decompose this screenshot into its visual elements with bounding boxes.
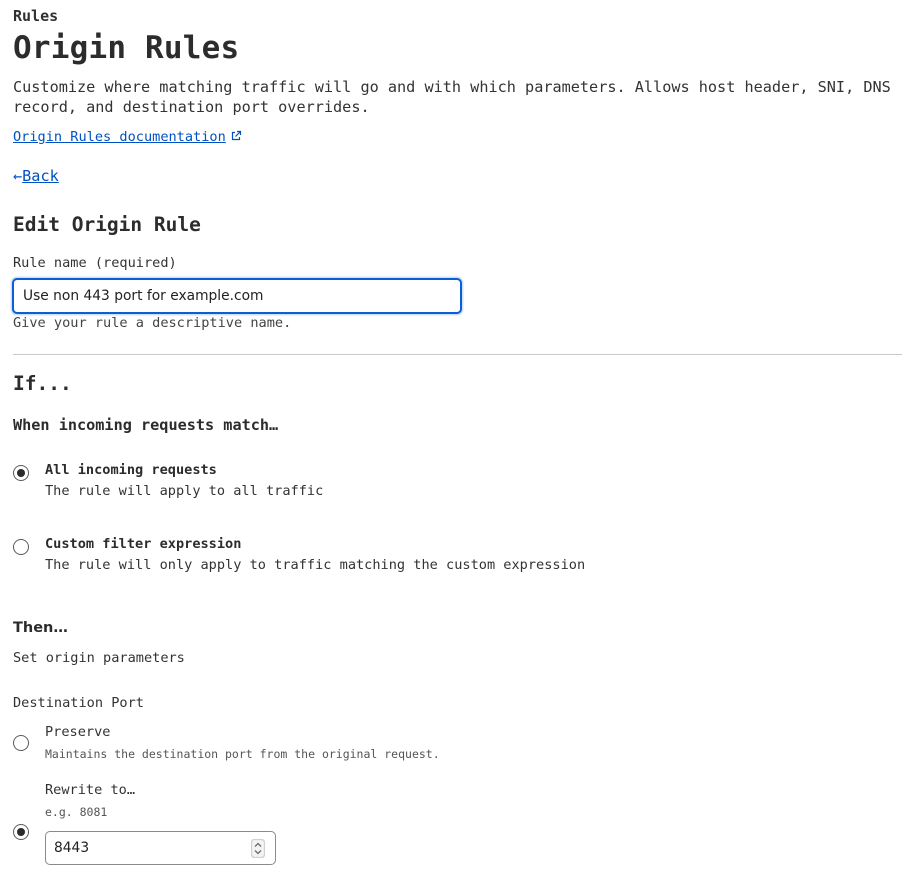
back-arrow-icon: ← — [13, 167, 23, 185]
documentation-link-label: Origin Rules documentation — [13, 129, 226, 145]
rewrite-port-title[interactable]: Rewrite to… — [45, 782, 135, 798]
if-heading: If... — [13, 372, 72, 395]
documentation-link[interactable]: Origin Rules documentation — [13, 129, 242, 146]
all-requests-radio[interactable] — [13, 465, 29, 481]
back-link-label: Back — [22, 167, 59, 185]
custom-expression-description: The rule will only apply to traffic matc… — [45, 557, 586, 573]
custom-expression-title[interactable]: Custom filter expression — [45, 536, 241, 552]
port-number-input[interactable] — [46, 832, 252, 864]
preserve-port-description: Maintains the destination port from the … — [45, 747, 440, 761]
rule-name-input[interactable] — [12, 278, 462, 314]
external-link-icon — [230, 130, 242, 146]
destination-port-label: Destination Port — [13, 695, 144, 711]
preserve-port-radio[interactable] — [13, 735, 29, 751]
rewrite-port-radio[interactable] — [13, 824, 29, 840]
back-link[interactable]: ←Back — [13, 167, 59, 185]
rule-name-label: Rule name (required) — [13, 255, 177, 271]
page-title: Origin Rules — [13, 30, 240, 66]
stepper-updown-icon[interactable] — [250, 838, 266, 859]
breadcrumb: Rules — [13, 7, 59, 25]
edit-rule-title: Edit Origin Rule — [13, 213, 201, 236]
page-description: Customize where matching traffic will go… — [13, 78, 891, 116]
all-requests-description: The rule will apply to all traffic — [45, 483, 324, 499]
then-heading: Then… — [13, 620, 68, 636]
rule-name-help: Give your rule a descriptive name. — [13, 315, 292, 331]
preserve-port-title[interactable]: Preserve — [45, 724, 110, 740]
custom-expression-radio[interactable] — [13, 539, 29, 555]
rewrite-port-placeholder-hint: e.g. 8081 — [45, 805, 108, 819]
all-requests-title[interactable]: All incoming requests — [45, 462, 217, 478]
match-heading: When incoming requests match… — [13, 416, 279, 434]
section-divider — [13, 354, 902, 355]
port-input-container — [45, 831, 276, 865]
then-subheading: Set origin parameters — [13, 650, 185, 666]
